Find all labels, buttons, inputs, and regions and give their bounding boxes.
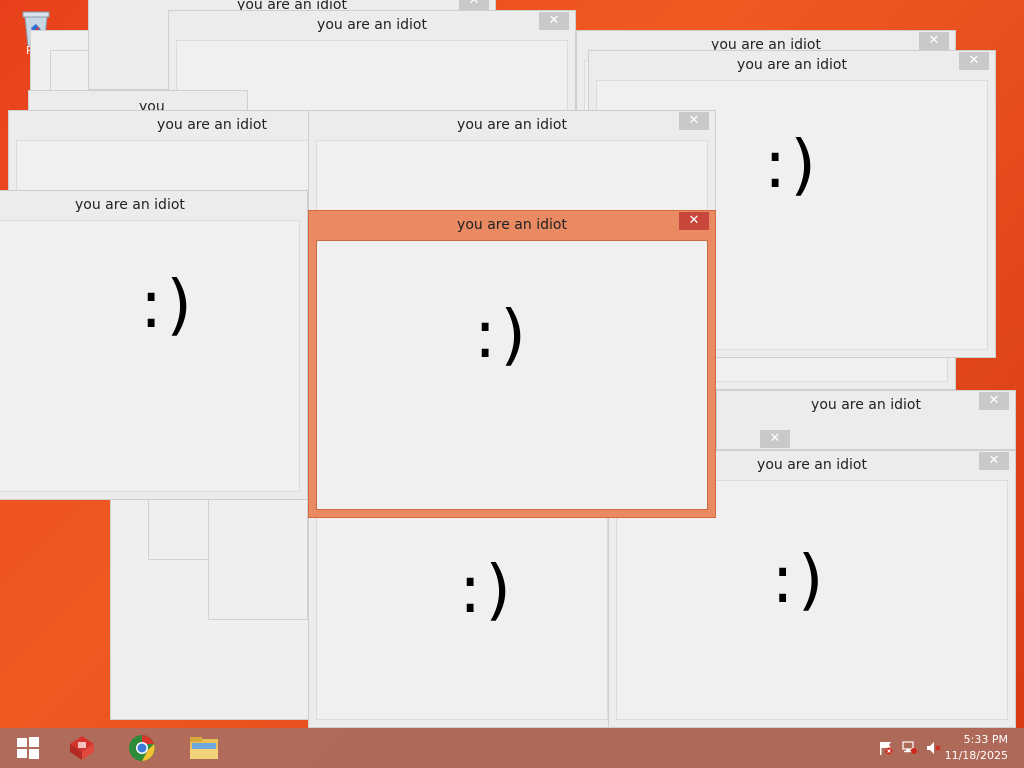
window-title: you are an idiot bbox=[75, 197, 185, 213]
system-tray: 5:33 PM 11/18/2025 bbox=[864, 728, 1024, 768]
window-trail bbox=[208, 490, 308, 620]
window-title: you are an idiot bbox=[317, 17, 427, 33]
file-explorer-button[interactable] bbox=[176, 728, 232, 768]
close-button[interactable]: ✕ bbox=[979, 452, 1009, 470]
desktop-background: Rec you are an idiot ✕ you are an idiot … bbox=[0, 0, 1024, 768]
window-title: you are an idiot bbox=[737, 57, 847, 73]
close-button[interactable]: ✕ bbox=[679, 112, 709, 130]
volume-muted-icon[interactable] bbox=[926, 741, 942, 755]
chrome-icon bbox=[129, 735, 155, 761]
window-client-area: :) bbox=[0, 220, 300, 492]
window-title: you are an idiot bbox=[811, 397, 921, 413]
chrome-button[interactable] bbox=[114, 728, 170, 768]
popup-window[interactable]: you are an idiot :) bbox=[0, 190, 308, 500]
close-button[interactable]: ✕ bbox=[959, 52, 989, 70]
smiley-text: :) bbox=[771, 541, 828, 618]
close-button[interactable]: ✕ bbox=[679, 212, 709, 230]
dropbox-icon bbox=[70, 736, 94, 760]
close-button[interactable]: ✕ bbox=[459, 0, 489, 10]
start-button[interactable] bbox=[0, 728, 56, 768]
smiley-text: :) bbox=[459, 551, 515, 628]
taskbar: 5:33 PM 11/18/2025 bbox=[0, 728, 1024, 768]
windows-logo-icon bbox=[17, 737, 39, 759]
action-center-flag-icon[interactable] bbox=[878, 741, 894, 755]
close-button[interactable]: ✕ bbox=[539, 12, 569, 30]
dropbox-button[interactable] bbox=[54, 728, 110, 768]
clock-time: 5:33 PM bbox=[963, 733, 1008, 746]
network-icon[interactable] bbox=[902, 741, 918, 755]
window-title: you are an idiot bbox=[457, 117, 567, 133]
window-client-area: :) bbox=[316, 240, 708, 510]
smiley-text: :) bbox=[474, 296, 530, 373]
window-title: you are an idiot bbox=[457, 217, 567, 233]
active-popup-window[interactable]: you are an idiot ✕ :) bbox=[308, 210, 716, 518]
close-button[interactable]: ✕ bbox=[760, 430, 790, 448]
close-button[interactable]: ✕ bbox=[979, 392, 1009, 410]
close-button[interactable]: ✕ bbox=[919, 32, 949, 50]
folder-icon bbox=[190, 737, 218, 759]
smiley-text: :) bbox=[140, 266, 196, 343]
clock[interactable]: 5:33 PM 11/18/2025 bbox=[945, 732, 1008, 764]
clock-date: 11/18/2025 bbox=[944, 749, 1008, 762]
